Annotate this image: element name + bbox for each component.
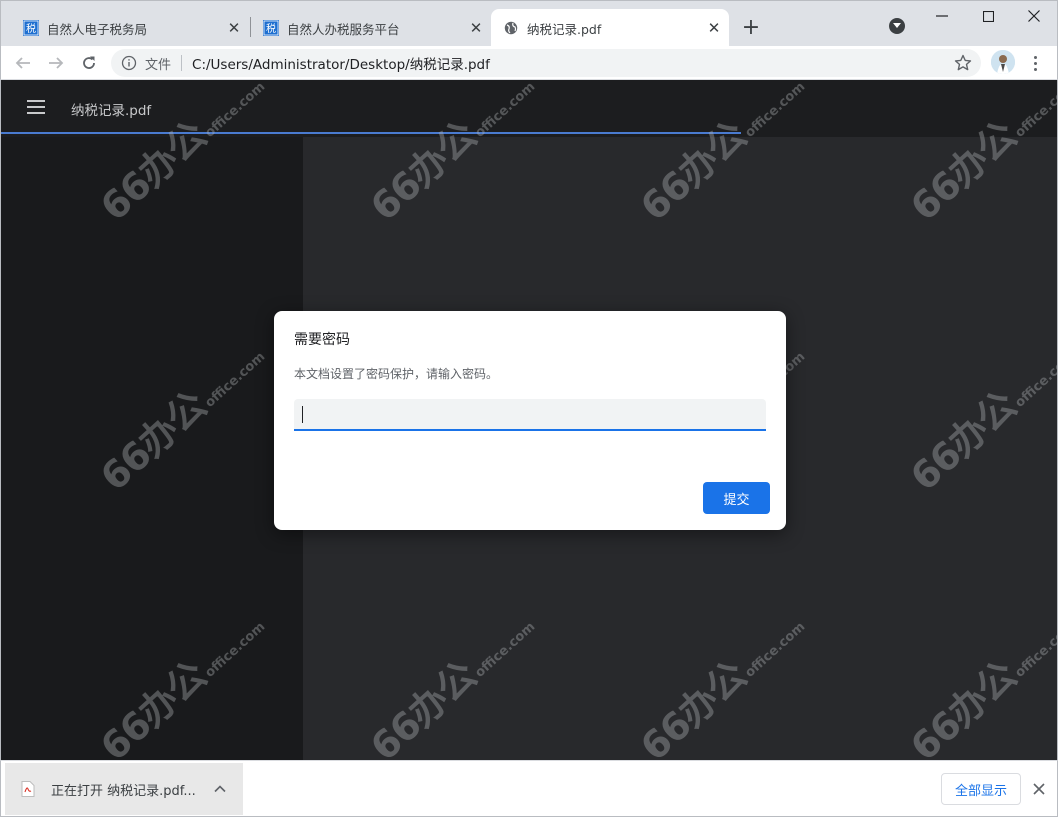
dialog-message: 本文档设置了密码保护，请输入密码。 bbox=[294, 367, 499, 381]
globe-icon bbox=[503, 20, 519, 36]
window-close-icon[interactable] bbox=[1011, 1, 1057, 31]
download-item[interactable]: 正在打开 纳税记录.pdf... bbox=[5, 763, 243, 815]
address-divider bbox=[181, 55, 183, 71]
browser-menu-icon[interactable] bbox=[1025, 52, 1045, 74]
address-url[interactable]: C:/Users/Administrator/Desktop/纳税记录.pdf bbox=[192, 53, 490, 73]
download-item-label: 正在打开 纳税记录.pdf... bbox=[51, 783, 196, 799]
forward-arrow-icon[interactable] bbox=[42, 49, 70, 77]
password-input[interactable] bbox=[294, 399, 766, 431]
browser-toolbar: 文件 C:/Users/Administrator/Desktop/纳税记录.p… bbox=[0, 46, 1058, 80]
new-tab-plus-icon[interactable]: + bbox=[739, 15, 763, 40]
tax-bureau-icon: 税 bbox=[263, 20, 279, 36]
dialog-title: 需要密码 bbox=[294, 332, 350, 348]
reload-icon[interactable] bbox=[75, 49, 103, 77]
tab-title: 自然人办税服务平台 bbox=[287, 21, 400, 37]
chevron-up-icon[interactable] bbox=[213, 782, 227, 796]
tab-title: 自然人电子税务局 bbox=[47, 21, 148, 37]
address-bar[interactable]: 文件 C:/Users/Administrator/Desktop/纳税记录.p… bbox=[111, 49, 981, 77]
svg-text:税: 税 bbox=[266, 22, 276, 35]
menu-hamburger-icon[interactable] bbox=[27, 100, 45, 114]
tab-tax-service-platform[interactable]: 税 自然人办税服务平台 ✕ bbox=[241, 9, 491, 47]
password-dialog: 需要密码 本文档设置了密码保护，请输入密码。 提交 bbox=[274, 311, 786, 530]
pdf-file-icon bbox=[21, 781, 35, 797]
tab-search-dropdown-icon[interactable] bbox=[889, 18, 905, 34]
download-shelf: 正在打开 纳税记录.pdf... 全部显示 bbox=[0, 760, 1058, 817]
back-arrow-icon[interactable] bbox=[9, 49, 37, 77]
tab-pdf-document[interactable]: 纳税记录.pdf ✕ bbox=[491, 9, 729, 47]
profile-avatar[interactable] bbox=[991, 50, 1015, 74]
shelf-close-icon[interactable] bbox=[1029, 779, 1049, 799]
tab-close-icon[interactable]: ✕ bbox=[705, 19, 723, 37]
submit-button[interactable]: 提交 bbox=[703, 482, 770, 514]
address-scheme-label: 文件 bbox=[145, 57, 172, 73]
bookmark-star-icon[interactable] bbox=[953, 53, 973, 73]
info-icon[interactable] bbox=[121, 55, 137, 71]
pdf-title: 纳税记录.pdf bbox=[71, 103, 152, 119]
tab-title: 纳税记录.pdf bbox=[527, 21, 602, 37]
tab-tax-bureau[interactable]: 税 自然人电子税务局 ✕ bbox=[1, 9, 249, 47]
pdf-loading-progress bbox=[1, 132, 741, 134]
tab-strip: 税 自然人电子税务局 ✕ 税 自然人办税服务平台 ✕ 纳税记录.pdf ✕ + bbox=[0, 0, 1058, 47]
pdf-thumbnail-sidebar bbox=[1, 137, 303, 760]
pdf-viewer: 纳税记录.pdf 66办公office.com 66办公office.com 6… bbox=[0, 80, 1058, 760]
maximize-icon[interactable] bbox=[965, 1, 1011, 31]
tax-bureau-icon: 税 bbox=[23, 20, 39, 36]
text-caret bbox=[302, 406, 303, 423]
minimize-icon[interactable] bbox=[919, 1, 965, 31]
tab-close-icon[interactable]: ✕ bbox=[467, 19, 485, 37]
show-all-downloads-button[interactable]: 全部显示 bbox=[941, 773, 1021, 805]
svg-text:税: 税 bbox=[26, 22, 36, 35]
pdf-toolbar: 纳税记录.pdf bbox=[1, 80, 1057, 137]
